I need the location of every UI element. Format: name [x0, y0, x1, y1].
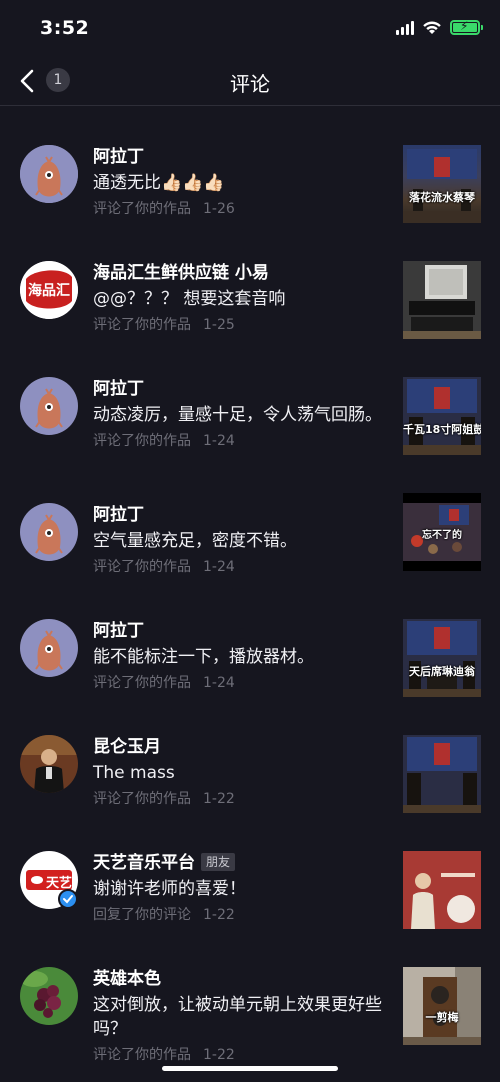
- thumbnail-caption: 忘不了的: [422, 530, 462, 541]
- status-bar: 3:52 ⚡: [0, 0, 500, 58]
- avatar[interactable]: [20, 503, 78, 561]
- video-thumbnail[interactable]: 忘不了的: [403, 493, 481, 571]
- stage-thumbnail-image: [403, 149, 481, 223]
- comment-meta: 评论了你的作品 1-24: [93, 431, 391, 451]
- avatar[interactable]: 天艺: [20, 851, 78, 909]
- video-thumbnail[interactable]: [403, 735, 481, 813]
- comment-date: 1-26: [203, 201, 235, 217]
- thumbnail-caption: 天后席琳迪翁: [409, 665, 475, 678]
- commenter-name[interactable]: 阿拉丁: [93, 145, 391, 169]
- comment-item[interactable]: 天艺 天艺音乐平台 朋友 谢谢许老师的喜爱！ 回复了你的评论 1-22: [0, 813, 500, 929]
- video-thumbnail[interactable]: 天后席琳迪翁: [403, 619, 481, 697]
- commenter-name[interactable]: 阿拉丁: [93, 377, 391, 401]
- comment-item[interactable]: 阿拉丁 动态凌厉，量感十足，令人荡气回肠。 评论了你的作品 1-24 千瓦18寸阿…: [0, 339, 500, 465]
- comment-meta: 评论了你的作品 1-22: [93, 789, 391, 809]
- creature-avatar-icon: [20, 377, 78, 435]
- comment-action: 评论了你的作品: [93, 317, 191, 333]
- video-thumbnail[interactable]: [403, 261, 481, 339]
- thumbnail-caption: 一剪梅: [425, 1011, 459, 1024]
- comment-action: 评论了你的作品: [93, 675, 191, 691]
- comment-meta: 评论了你的作品 1-25: [93, 315, 391, 335]
- friend-tag: 朋友: [201, 853, 236, 871]
- commenter-name[interactable]: 阿拉丁: [93, 503, 391, 527]
- commenter-name[interactable]: 昆仑玉月: [93, 735, 391, 759]
- comment-item[interactable]: 昆仑玉月 The mass 评论了你的作品 1-22: [0, 697, 500, 813]
- home-indicator: [162, 1066, 338, 1071]
- comment-date: 1-22: [203, 907, 235, 923]
- comment-text: 空气量感充足，密度不错。: [93, 531, 297, 551]
- comment-action: 评论了你的作品: [93, 433, 191, 449]
- avatar-logo-text: 海品汇: [28, 283, 70, 299]
- comment-meta: 评论了你的作品 1-24: [93, 557, 391, 577]
- status-time: 3:52: [40, 17, 90, 39]
- comment-text: @@？？？ 想要这套音响: [93, 289, 286, 309]
- comment-action: 评论了你的作品: [93, 201, 191, 217]
- avatar[interactable]: [20, 967, 78, 1025]
- comment-text: 能不能标注一下，播放器材。: [93, 647, 314, 667]
- comment-date: 1-24: [203, 559, 235, 575]
- avatar[interactable]: [20, 145, 78, 203]
- comment-date: 1-25: [203, 317, 235, 333]
- performer-thumbnail-image: [403, 851, 481, 929]
- comment-date: 1-22: [203, 1047, 235, 1063]
- commenter-name-text: 天艺音乐平台: [93, 853, 195, 873]
- comment-item[interactable]: 阿拉丁 能不能标注一下，播放器材。 评论了你的作品 1-24 天后席琳迪翁: [0, 581, 500, 697]
- comment-meta: 评论了你的作品 1-24: [93, 673, 391, 693]
- commenter-name[interactable]: 阿拉丁: [93, 619, 391, 643]
- video-thumbnail[interactable]: 一剪梅: [403, 967, 481, 1045]
- comment-text: 动态凌厉，量感十足，令人荡气回肠。: [93, 405, 382, 425]
- battery-icon: ⚡: [450, 19, 483, 35]
- thumbnail-caption: 千瓦18寸阿姐鼓: [403, 423, 481, 436]
- creature-avatar-icon: [20, 619, 78, 677]
- page-title: 评论: [230, 72, 270, 96]
- video-thumbnail[interactable]: 千瓦18寸阿姐鼓: [403, 377, 481, 455]
- cellular-signal-icon: [396, 20, 414, 35]
- video-thumbnail[interactable]: 落花流水蔡琴: [403, 145, 481, 223]
- creature-avatar-icon: [20, 145, 78, 203]
- comment-meta: 评论了你的作品 1-26: [93, 199, 391, 219]
- commenter-name[interactable]: 英雄本色: [93, 967, 391, 991]
- stage-thumbnail-image: [403, 735, 481, 813]
- audio-equipment-thumbnail-image: [403, 261, 481, 339]
- avatar[interactable]: [20, 619, 78, 677]
- video-thumbnail[interactable]: [403, 851, 481, 929]
- comment-action: 评论了你的作品: [93, 1047, 191, 1063]
- status-icons: ⚡: [396, 19, 483, 35]
- comment-action: 评论了你的作品: [93, 559, 191, 575]
- avatar[interactable]: [20, 735, 78, 793]
- wifi-icon: [423, 21, 441, 34]
- comment-item[interactable]: 阿拉丁 通透无比👍🏻👍🏻👍🏻 评论了你的作品 1-26 落花流水蔡琴: [0, 107, 500, 223]
- comment-action: 回复了你的评论: [93, 907, 191, 923]
- verified-badge-icon: [58, 889, 78, 909]
- comment-date: 1-24: [203, 433, 235, 449]
- comment-text: 这对倒放，让被动单元朝上效果更好些吗？: [93, 995, 382, 1039]
- nav-bar: 1 评论: [0, 58, 500, 106]
- comment-text: The mass: [93, 763, 175, 783]
- comment-item[interactable]: 英雄本色 这对倒放，让被动单元朝上效果更好些吗？ 评论了你的作品 1-22 一剪梅: [0, 929, 500, 1065]
- comment-date: 1-22: [203, 791, 235, 807]
- comment-text: 谢谢许老师的喜爱！: [93, 879, 246, 899]
- comment-item[interactable]: 阿拉丁 空气量感充足，密度不错。 评论了你的作品 1-24 忘不了的: [0, 465, 500, 581]
- avatar[interactable]: [20, 377, 78, 435]
- creature-avatar-icon: [20, 503, 78, 561]
- commenter-name[interactable]: 海品汇生鲜供应链 小易: [93, 261, 391, 285]
- stage-thumbnail-image: [403, 377, 481, 455]
- comment-item[interactable]: 海品汇 海品汇生鲜供应链 小易 @@？？？ 想要这套音响 评论了你的作品 1-25: [0, 223, 500, 339]
- thumbnail-caption: 落花流水蔡琴: [409, 191, 475, 204]
- person-avatar-image: [20, 735, 78, 793]
- comment-date: 1-24: [203, 675, 235, 691]
- comment-action: 评论了你的作品: [93, 791, 191, 807]
- comment-text: 通透无比👍🏻👍🏻👍🏻: [93, 173, 225, 193]
- berries-avatar-image: [20, 967, 78, 1025]
- speaker-thumbnail-image: [403, 967, 481, 1045]
- avatar[interactable]: 海品汇: [20, 261, 78, 319]
- comment-meta: 评论了你的作品 1-22: [93, 1045, 391, 1065]
- stage-thumbnail-image: [403, 619, 481, 697]
- commenter-name[interactable]: 天艺音乐平台 朋友: [93, 851, 391, 875]
- comment-meta: 回复了你的评论 1-22: [93, 905, 391, 925]
